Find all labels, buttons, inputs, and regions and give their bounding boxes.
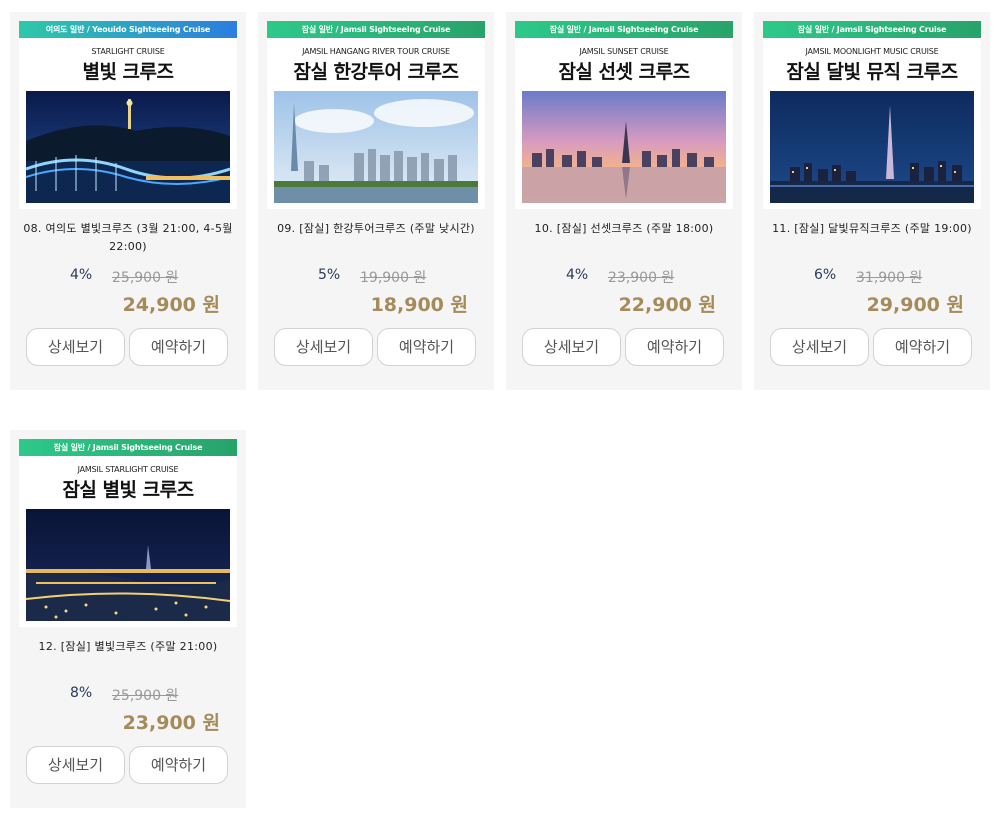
product-title[interactable]: 09. [잠실] 한강투어크루즈 (주말 낮시간) — [264, 220, 488, 238]
detail-button[interactable]: 상세보기 — [26, 746, 125, 784]
category-banner: 잠실 일반 / Jamsil Sightseeing Cruise — [19, 439, 237, 456]
original-price: 25,900 원 — [112, 270, 179, 286]
product-thumbnail[interactable]: 여의도 일반 / Yeouido Sightseeing Cruise STAR… — [19, 21, 237, 209]
korean-title: 잠실 달빛 뮤직 크루즈 — [786, 61, 958, 83]
product-photo — [26, 91, 230, 203]
detail-button[interactable]: 상세보기 — [26, 328, 125, 366]
reserve-button[interactable]: 예약하기 — [129, 746, 228, 784]
sale-price: 18,900 원 — [370, 294, 468, 316]
original-price: 23,900 원 — [608, 270, 675, 286]
category-banner: 잠실 일반 / Jamsil Sightseeing Cruise — [515, 21, 733, 38]
product-title[interactable]: 10. [잠실] 선셋크루즈 (주말 18:00) — [512, 220, 736, 238]
discount-rate: 6% — [814, 267, 837, 283]
korean-title: 별빛 크루즈 — [82, 61, 174, 83]
discount-rate: 5% — [318, 267, 341, 283]
product-thumbnail[interactable]: 잠실 일반 / Jamsil Sightseeing Cruise JAMSIL… — [515, 21, 733, 209]
category-banner: 여의도 일반 / Yeouido Sightseeing Cruise — [19, 21, 237, 38]
product-card[interactable]: 잠실 일반 / Jamsil Sightseeing Cruise JAMSIL… — [754, 12, 990, 390]
reserve-button[interactable]: 예약하기 — [377, 328, 476, 366]
english-title: JAMSIL STARLIGHT CRUISE — [77, 465, 179, 474]
product-thumbnail[interactable]: 잠실 일반 / Jamsil Sightseeing Cruise JAMSIL… — [763, 21, 981, 209]
original-price: 19,900 원 — [360, 270, 427, 286]
detail-button[interactable]: 상세보기 — [770, 328, 869, 366]
product-photo — [770, 91, 974, 203]
english-title: STARLIGHT CRUISE — [91, 47, 165, 56]
original-price: 31,900 원 — [856, 270, 923, 286]
discount-rate: 4% — [70, 267, 93, 283]
product-title[interactable]: 11. [잠실] 달빛뮤직크루즈 (주말 19:00) — [760, 220, 984, 238]
english-title: JAMSIL SUNSET CRUISE — [579, 47, 669, 56]
korean-title: 잠실 별빛 크루즈 — [62, 479, 194, 501]
korean-title: 잠실 한강투어 크루즈 — [293, 61, 459, 83]
original-price: 25,900 원 — [112, 688, 179, 704]
product-card[interactable]: 여의도 일반 / Yeouido Sightseeing Cruise STAR… — [10, 12, 246, 390]
product-photo — [522, 91, 726, 203]
sale-price: 22,900 원 — [618, 294, 716, 316]
english-title: JAMSIL MOONLIGHT MUSIC CRUISE — [805, 47, 939, 56]
product-card[interactable]: 잠실 일반 / Jamsil Sightseeing Cruise JAMSIL… — [258, 12, 494, 390]
english-title: JAMSIL HANGANG RIVER TOUR CRUISE — [302, 47, 450, 56]
category-banner: 잠실 일반 / Jamsil Sightseeing Cruise — [763, 21, 981, 38]
product-title[interactable]: 08. 여의도 별빛크루즈 (3월 21:00, 4-5월 22:00) — [16, 220, 240, 256]
product-photo — [26, 509, 230, 621]
discount-rate: 8% — [70, 685, 93, 701]
reserve-button[interactable]: 예약하기 — [129, 328, 228, 366]
product-title[interactable]: 12. [잠실] 별빛크루즈 (주말 21:00) — [16, 638, 240, 656]
product-thumbnail[interactable]: 잠실 일반 / Jamsil Sightseeing Cruise JAMSIL… — [19, 439, 237, 627]
sale-price: 29,900 원 — [866, 294, 964, 316]
product-card[interactable]: 잠실 일반 / Jamsil Sightseeing Cruise JAMSIL… — [10, 430, 246, 808]
korean-title: 잠실 선셋 크루즈 — [558, 61, 690, 83]
product-photo — [274, 91, 478, 203]
product-card[interactable]: 잠실 일반 / Jamsil Sightseeing Cruise JAMSIL… — [506, 12, 742, 390]
detail-button[interactable]: 상세보기 — [522, 328, 621, 366]
category-banner: 잠실 일반 / Jamsil Sightseeing Cruise — [267, 21, 485, 38]
discount-rate: 4% — [566, 267, 589, 283]
sale-price: 23,900 원 — [122, 712, 220, 734]
detail-button[interactable]: 상세보기 — [274, 328, 373, 366]
product-thumbnail[interactable]: 잠실 일반 / Jamsil Sightseeing Cruise JAMSIL… — [267, 21, 485, 209]
reserve-button[interactable]: 예약하기 — [625, 328, 724, 366]
sale-price: 24,900 원 — [122, 294, 220, 316]
reserve-button[interactable]: 예약하기 — [873, 328, 972, 366]
